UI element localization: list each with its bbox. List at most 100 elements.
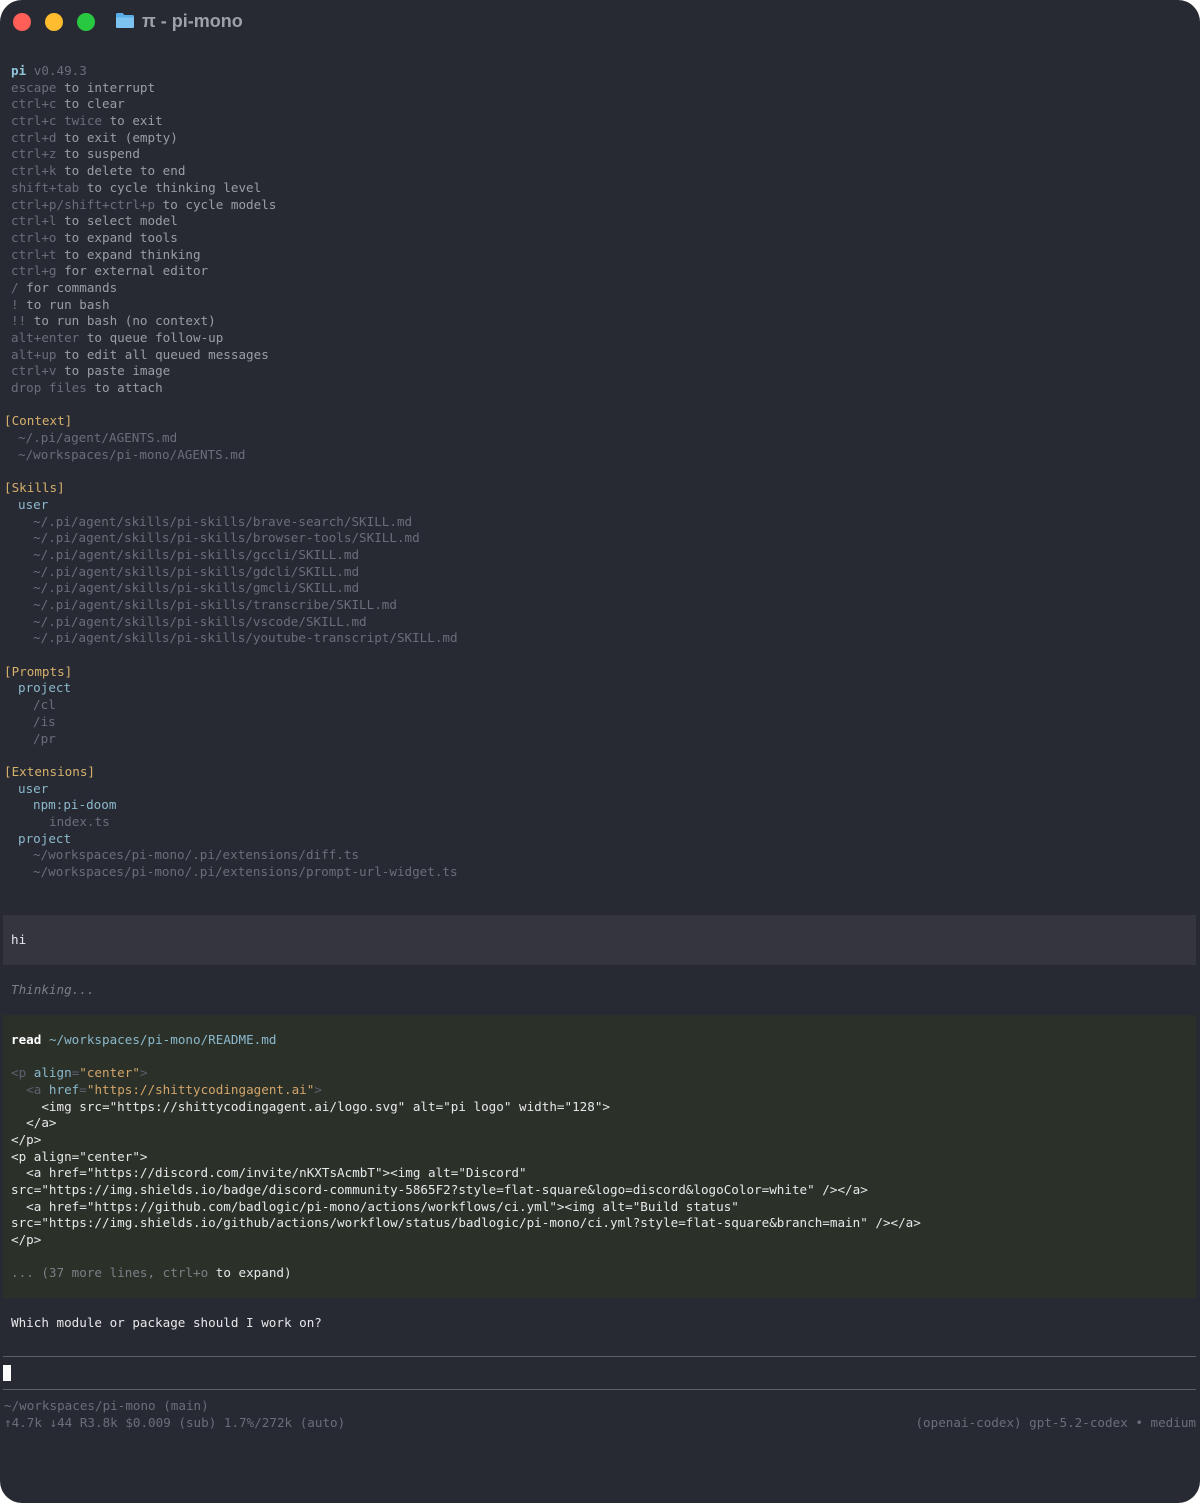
shortcut-line: ctrl+z to suspend	[0, 146, 1200, 163]
minimize-button[interactable]	[45, 13, 63, 31]
skills-group: user	[18, 496, 49, 512]
terminal-window: π - pi-mono pi v0.49.3 escape to interru…	[0, 0, 1200, 1503]
shortcut-key: /	[11, 279, 19, 295]
context-list: ~/.pi/agent/AGENTS.md ~/workspaces/pi-mon…	[0, 430, 1200, 463]
skills-header: [Skills]	[4, 480, 65, 496]
tool-call-header: read ~/workspaces/pi-mono/README.md	[3, 1032, 276, 1049]
shortcut-line: drop files to attach	[0, 380, 1200, 397]
window-title: π - pi-mono	[142, 11, 243, 31]
shortcut-desc: to queue follow-up	[79, 330, 224, 345]
extensions-user-group: user	[18, 780, 49, 796]
shortcut-key: shift+tab	[11, 179, 80, 195]
code-line: <p align="center">	[11, 1065, 148, 1080]
version-line: pi v0.49.3	[0, 63, 1200, 80]
status-cwd: ~/workspaces/pi-mono (main)	[0, 1398, 209, 1415]
shortcut-desc: to clear	[56, 96, 125, 112]
zoom-button[interactable]	[77, 13, 95, 31]
input-cursor[interactable]	[3, 1365, 11, 1381]
assistant-message: Which module or package should I work on…	[0, 1315, 322, 1332]
context-header: [Context]	[4, 413, 73, 429]
code-line: src="https://img.shields.io/github/actio…	[11, 1215, 921, 1230]
extension-file: index.ts	[49, 813, 110, 829]
skill-path: ~/.pi/agent/skills/pi-skills/gdcli/SKILL…	[33, 563, 360, 579]
prompt-item: /is	[33, 713, 56, 729]
shortcut-key: ctrl+z	[11, 146, 57, 162]
terminal-output: pi v0.49.3 escape to interrupt ctrl+c to …	[0, 63, 1200, 881]
shortcut-desc: to cycle thinking level	[79, 179, 262, 195]
code-line: <a href="https://github.com/badlogic/pi-…	[11, 1199, 739, 1214]
prompts-list: /cl/is/pr	[0, 697, 1200, 747]
thinking-indicator: Thinking...	[0, 982, 94, 999]
code-line: <p align="center">	[11, 1149, 148, 1164]
shortcut-line: ctrl+d to exit (empty)	[0, 130, 1200, 147]
model-text: (openai-codex) gpt-5.2-codex • medium	[915, 1415, 1196, 1430]
close-button[interactable]	[13, 13, 31, 31]
shortcut-desc: for commands	[18, 279, 118, 295]
shortcut-desc: to attach	[86, 380, 163, 396]
shortcut-key: ctrl+o	[11, 229, 57, 245]
prompt-item: /pr	[33, 730, 56, 746]
shortcut-line: alt+up to edit all queued messages	[0, 347, 1200, 364]
skills-list: ~/.pi/agent/skills/pi-skills/brave-searc…	[0, 514, 1200, 648]
prompt-item: /cl	[33, 697, 56, 713]
extensions-header: [Extensions]	[4, 763, 95, 779]
shortcut-line: ctrl+t to expand thinking	[0, 247, 1200, 264]
shortcut-key: !!	[11, 313, 27, 329]
shortcut-line: / for commands	[0, 280, 1200, 297]
context-file: ~/workspaces/pi-mono/AGENTS.md	[18, 446, 246, 462]
shortcut-key: escape	[11, 79, 57, 95]
shortcut-desc: for external editor	[56, 263, 209, 279]
user-message-text: hi	[11, 932, 27, 947]
code-line: </a>	[11, 1115, 57, 1130]
skill-path: ~/.pi/agent/skills/pi-skills/gmcli/SKILL…	[33, 580, 360, 596]
prompts-group: project	[18, 680, 72, 696]
shortcut-key: ctrl+l	[11, 213, 57, 229]
skill-path: ~/.pi/agent/skills/pi-skills/gccli/SKILL…	[33, 546, 360, 562]
extension-package: npm:pi-doom	[33, 797, 117, 813]
skill-path: ~/.pi/agent/skills/pi-skills/brave-searc…	[33, 513, 413, 529]
shortcut-desc: to suspend	[56, 146, 140, 162]
app-name: pi	[11, 63, 27, 78]
code-line: </p>	[11, 1232, 42, 1247]
shortcut-line: ctrl+k to delete to end	[0, 163, 1200, 180]
shortcut-line: shift+tab to cycle thinking level	[0, 180, 1200, 197]
status-usage-bar: ↑4.7k ↓44 R3.8k $0.009 (sub) 1.7%/272k (…	[0, 1415, 1200, 1432]
shortcut-key: drop files	[11, 380, 87, 396]
skill-path: ~/.pi/agent/skills/pi-skills/browser-too…	[33, 530, 420, 546]
shortcut-line: ctrl+c twice to exit	[0, 113, 1200, 130]
shortcut-desc: to select model	[56, 213, 178, 229]
shortcut-line: ctrl+v to paste image	[0, 363, 1200, 380]
extension-path: ~/workspaces/pi-mono/.pi/extensions/prom…	[33, 864, 458, 879]
shortcut-line: ctrl+l to select model	[0, 213, 1200, 230]
shortcut-desc: to run bash	[18, 296, 110, 312]
shortcut-list: escape to interrupt ctrl+c to clear ctrl+c…	[0, 80, 1200, 397]
shortcut-desc: to edit all queued messages	[56, 346, 269, 362]
shortcut-line: !! to run bash (no context)	[0, 313, 1200, 330]
skill-path: ~/.pi/agent/skills/pi-skills/youtube-tra…	[33, 630, 458, 646]
shortcut-line: alt+enter to queue follow-up	[0, 330, 1200, 347]
shortcut-key: !	[11, 296, 19, 312]
shortcut-line: escape to interrupt	[0, 80, 1200, 97]
code-line: </p>	[11, 1132, 42, 1147]
tool-name: read	[11, 1032, 42, 1047]
tool-call-block[interactable]: read ~/workspaces/pi-mono/README.md <p a…	[3, 1015, 1196, 1298]
context-file: ~/.pi/agent/AGENTS.md	[18, 430, 178, 446]
tool-path: ~/workspaces/pi-mono/README.md	[48, 1032, 277, 1047]
skill-path: ~/.pi/agent/skills/pi-skills/vscode/SKIL…	[33, 613, 367, 629]
code-line: src="https://img.shields.io/badge/discor…	[11, 1182, 868, 1197]
code-line: <a href="https://shittycodingagent.ai">	[11, 1082, 322, 1097]
shortcut-key: alt+enter	[11, 330, 80, 345]
expand-hint[interactable]: ... (37 more lines, ctrl+o to expand)	[3, 1265, 292, 1282]
skill-path: ~/.pi/agent/skills/pi-skills/transcribe/…	[33, 597, 397, 612]
thinking-text: Thinking...	[11, 982, 95, 997]
shortcut-key: ctrl+t	[11, 246, 57, 262]
shortcut-key: ctrl+p/shift+ctrl+p	[11, 196, 156, 212]
input-bottom-divider	[3, 1389, 1196, 1390]
shortcut-desc: to run bash (no context)	[26, 313, 216, 329]
shortcut-key: ctrl+c	[11, 96, 57, 112]
code-line: <img src="https://shittycodingagent.ai/l…	[11, 1099, 610, 1114]
shortcut-line: ! to run bash	[0, 297, 1200, 314]
shortcut-desc: to expand tools	[56, 229, 178, 245]
extensions-project-list: ~/workspaces/pi-mono/.pi/extensions/diff…	[0, 847, 1200, 880]
prompts-header: [Prompts]	[4, 663, 73, 679]
